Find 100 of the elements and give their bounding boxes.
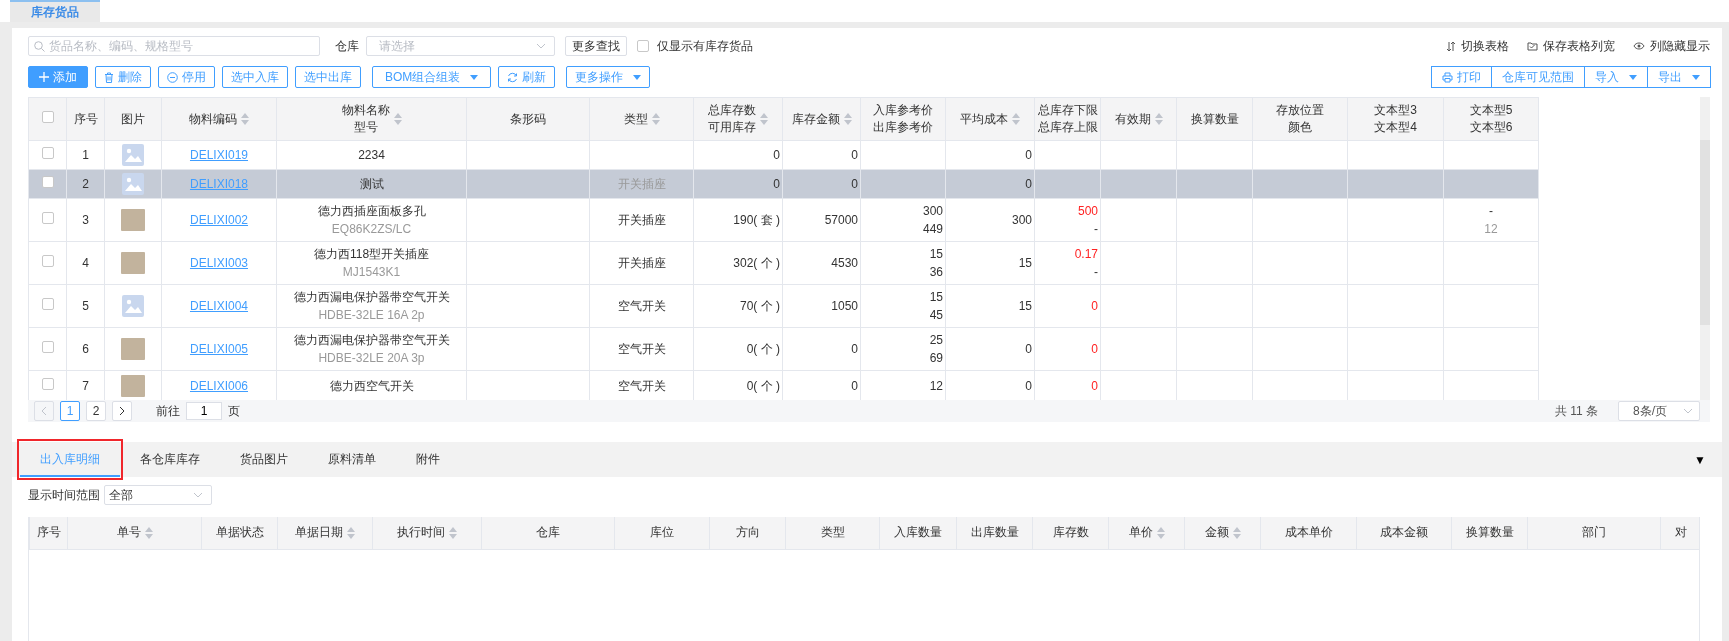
column-header: 出库数量 <box>970 524 1019 542</box>
page-number-button[interactable]: 1 <box>60 401 80 421</box>
column-header: 类型 <box>820 524 845 542</box>
column-header: 存放位置 <box>1276 102 1324 119</box>
sort-icon <box>1156 526 1165 539</box>
toolbar-button[interactable]: 添加 <box>28 66 88 88</box>
time-range-select[interactable]: 全部 <box>104 485 212 505</box>
column-header: 成本金额 <box>1380 524 1428 542</box>
inbound-price: 15 <box>928 289 943 306</box>
material-code-link[interactable]: DELIXI004 <box>189 299 248 313</box>
chevron-left-icon <box>41 406 47 416</box>
photo-placeholder <box>121 252 145 274</box>
column-header: 库位 <box>650 524 674 542</box>
goto-suffix: 页 <box>228 403 240 420</box>
material-name: 德力西漏电保护器带空气开关 <box>292 332 451 349</box>
toolbar-link[interactable]: 列隐藏显示 <box>1633 37 1710 55</box>
select-all-checkbox[interactable] <box>41 110 54 123</box>
page-number-button[interactable]: 2 <box>86 401 106 421</box>
material-code-link[interactable]: DELIXI003 <box>189 256 248 270</box>
photo-placeholder <box>121 374 145 397</box>
column-header: 单价 <box>1128 524 1153 542</box>
stock-value: 0 <box>851 177 858 191</box>
tab[interactable]: 原料清单 <box>308 442 396 477</box>
swap-arrows-icon <box>1446 40 1456 52</box>
row-checkbox[interactable] <box>41 377 54 390</box>
toolbar-button[interactable]: 刷新 <box>498 66 556 88</box>
stock-quantity: 0( 个 ) <box>746 378 780 393</box>
folder-icon <box>1527 41 1538 51</box>
toolbar-button[interactable]: 导出 <box>1647 66 1711 88</box>
column-header: 方向 <box>735 524 760 542</box>
column-header: 颜色 <box>1287 119 1313 136</box>
stock-lower-limit: 0.17 <box>1073 246 1098 263</box>
page-size-select[interactable]: 8条/页 <box>1618 401 1700 421</box>
more-search-button[interactable]: 更多查找 <box>565 36 627 56</box>
checkbox[interactable] <box>637 40 649 52</box>
row-number: 7 <box>82 378 89 393</box>
photo-placeholder <box>121 209 145 231</box>
stock-value: 1050 <box>831 299 858 313</box>
stock-value: 57000 <box>824 213 858 227</box>
column-header: 出库参考价 <box>873 119 933 136</box>
column-header: 总库存下限 <box>1037 102 1098 119</box>
table-row[interactable]: 3 DELIXI002 德力西插座面板多孔 EQ86K2ZS/LC 开关插座 190( 套 ) 57000 300 449 300 500 - - 12 <box>28 198 1539 242</box>
next-page-button[interactable] <box>112 401 132 421</box>
toolbar-link[interactable]: 切换表格 <box>1446 37 1509 55</box>
toolbar-button[interactable]: 导入 <box>1584 66 1648 88</box>
toolbar-button[interactable]: 停用 <box>158 66 215 88</box>
checkbox-label: 仅显示有库存货品 <box>657 38 753 55</box>
column-header: 文本型3 <box>1374 102 1417 119</box>
row-checkbox[interactable] <box>41 341 54 353</box>
table-row[interactable]: 2 DELIXI018 测试 开关插座 0 0 0 <box>28 169 1539 199</box>
caret-icon <box>633 74 642 80</box>
page-tab[interactable]: 库存货品 <box>10 0 100 22</box>
material-code-link[interactable]: DELIXI005 <box>189 342 248 356</box>
material-name: 德力西空气开关 <box>328 377 415 395</box>
search-field[interactable]: 货品名称、编码、规格型号 <box>28 36 320 56</box>
tab[interactable]: 出入库明细 <box>20 442 120 477</box>
stock-value: 0 <box>851 148 858 162</box>
column-header: 金额 <box>1204 524 1229 542</box>
column-header: 有效期 <box>1114 110 1151 128</box>
material-code-link[interactable]: DELIXI002 <box>189 213 248 227</box>
average-cost: 15 <box>1018 256 1032 270</box>
scrollbar-thumb[interactable] <box>1700 140 1710 325</box>
row-checkbox[interactable] <box>41 212 54 224</box>
material-name: 德力西漏电保护器带空气开关 <box>292 289 451 306</box>
sort-icon <box>760 113 768 125</box>
scrollbar-track[interactable] <box>1700 97 1710 400</box>
outbound-price: 449 <box>921 221 943 238</box>
table-row[interactable]: 5 DELIXI004 德力西漏电保护器带空气开关 HDBE-32LE 16A 2p 空气开关 70( 个 ) 1050 15 45 15 0 <box>28 284 1539 328</box>
sort-icon <box>1154 113 1163 125</box>
collapse-toggle[interactable]: ▼ <box>1688 449 1712 470</box>
toolbar-button[interactable]: 选中出库 <box>295 66 361 88</box>
toolbar-button[interactable]: 删除 <box>95 66 151 88</box>
sort-icon <box>1012 113 1020 125</box>
row-checkbox[interactable] <box>41 298 54 310</box>
total-count: 共 11 条 <box>1554 403 1598 420</box>
tab[interactable]: 附件 <box>396 442 460 477</box>
row-checkbox[interactable] <box>41 147 54 159</box>
stock-value: 4530 <box>831 256 858 270</box>
tab[interactable]: 各仓库库存 <box>120 442 220 477</box>
column-header: 可用库存 <box>708 119 756 136</box>
toolbar-link[interactable]: 保存表格列宽 <box>1527 37 1615 55</box>
sort-icon <box>347 526 355 539</box>
stock-upper-limit: - <box>1093 264 1098 281</box>
row-checkbox[interactable] <box>41 176 54 188</box>
toolbar-button[interactable]: 更多操作 <box>566 66 651 88</box>
row-checkbox[interactable] <box>41 255 54 267</box>
toolbar-button[interactable]: 选中入库 <box>222 66 288 88</box>
column-header: 文本型6 <box>1469 119 1513 136</box>
stock-quantity: 0( 个 ) <box>746 342 780 356</box>
tab[interactable]: 货品图片 <box>220 442 308 477</box>
toolbar-button[interactable]: 打印 <box>1431 66 1492 88</box>
table-row[interactable]: 6 DELIXI005 德力西漏电保护器带空气开关 HDBE-32LE 20A 3p 空气开关 0( 个 ) 0 25 69 0 0 <box>28 327 1539 371</box>
category-text: 开关插座 <box>617 256 666 270</box>
table-row[interactable]: 1 DELIXI019 2234 0 0 0 <box>28 140 1539 170</box>
toolbar-button[interactable]: 仓库可见范围 <box>1491 66 1585 88</box>
page-input[interactable]: 1 <box>186 402 222 420</box>
warehouse-select[interactable]: 请选择 <box>366 36 555 56</box>
table-row[interactable]: 4 DELIXI003 德力西118型开关插座 MJ1543K1 开关插座 302( 个 ) 4530 15 36 15 0.17 - <box>28 241 1539 285</box>
toolbar-button[interactable]: BOM组合组装 <box>372 66 492 88</box>
column-header: 单据日期 <box>295 524 343 542</box>
